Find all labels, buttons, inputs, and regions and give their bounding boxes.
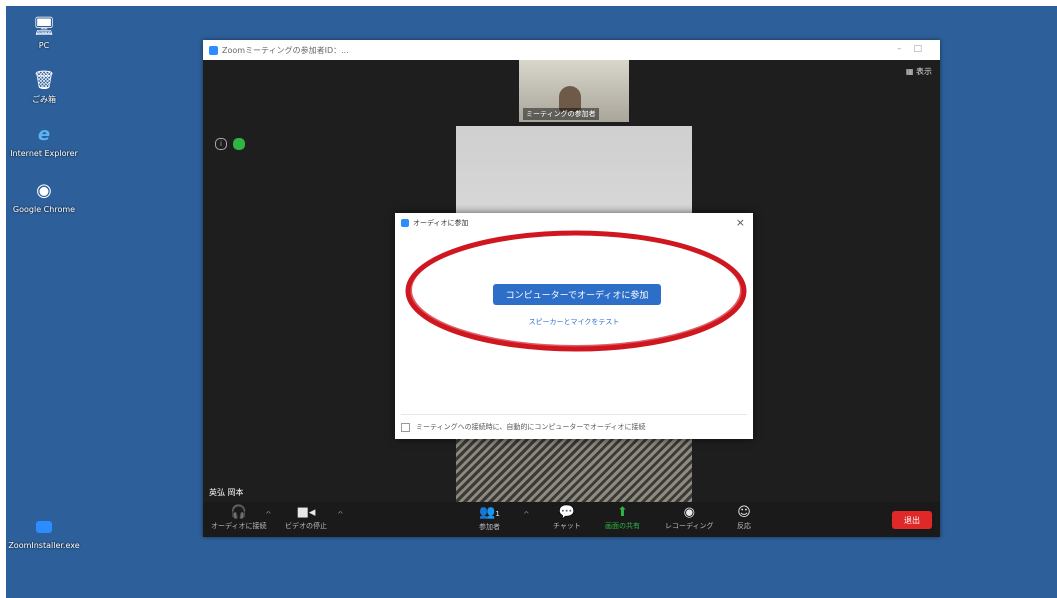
reactions-button[interactable]: ☺ 反応 (737, 505, 751, 531)
join-audio-button[interactable]: 🎧 オーディオに接続 (211, 505, 267, 531)
view-toggle[interactable]: ▦ 表示 (906, 66, 932, 77)
chat-icon: 💬 (558, 505, 576, 520)
leave-meeting-button[interactable]: 退出 (892, 511, 932, 529)
reaction-smiley-icon: ☺ (737, 505, 751, 520)
video-blinds (456, 432, 692, 502)
view-toggle-label: 表示 (916, 67, 932, 76)
desktop-icon-internet-explorer[interactable]: e Internet Explorer (6, 124, 84, 159)
desktop-icon-pc[interactable]: 🖥 PC (6, 16, 84, 51)
zoom-app-icon (401, 219, 409, 227)
video-camera-icon: ■◂ (296, 505, 316, 520)
window-title: Zoomミーティングの参加者ID：... (222, 45, 349, 55)
auto-join-audio-label: ミーティングへの接続時に、自動的にコンピューターでオーディオに接続 (416, 423, 646, 431)
participants-icon: 👥1 (479, 505, 500, 520)
chat-button[interactable]: 💬 チャット (553, 505, 581, 531)
info-icon[interactable]: i (215, 138, 227, 150)
meeting-info-icons: i (215, 138, 245, 150)
share-screen-button[interactable]: ⬆ 画面の共有 (605, 505, 640, 531)
thumbnail-caption: ミーティングの参加者 (523, 108, 599, 120)
participant-thumbnail[interactable]: ミーティングの参加者 (519, 60, 629, 122)
record-icon: ◉ (683, 505, 695, 520)
desktop-icon-zoom[interactable]: ZoomInstaller.exe (6, 516, 84, 551)
video-options-chevron-icon[interactable]: ^ (337, 510, 344, 519)
meeting-toolbar: 🎧 オーディオに接続 ^ ■◂ ビデオの停止 ^ 👥1 参加者 ^ 💬 チャット… (203, 502, 940, 537)
participants-options-chevron-icon[interactable]: ^ (523, 510, 530, 519)
dialog-title: オーディオに参加 (413, 219, 469, 227)
participants-count: 1 (495, 510, 500, 518)
record-button[interactable]: ◉ レコーディング (665, 505, 714, 531)
dialog-title-bar: オーディオに参加 (401, 218, 469, 228)
shield-icon[interactable] (233, 138, 245, 150)
internet-explorer-icon: e (37, 124, 51, 145)
participants-button[interactable]: 👥1 参加者 (479, 505, 500, 532)
window-controls[interactable]: –□ (897, 44, 934, 54)
desktop-icon-recycle-bin[interactable]: 🗑 ごみ箱 (6, 70, 84, 105)
participant-name: 英弘 岡本 (209, 488, 244, 497)
zoom-app-icon (33, 516, 55, 538)
join-audio-dialog: オーディオに参加 × コンピューターでオーディオに参加 スピーカーとマイクをテス… (395, 213, 753, 439)
auto-join-audio-row[interactable]: ミーティングへの接続時に、自動的にコンピューターでオーディオに接続 (401, 414, 747, 439)
pc-icon: 🖥 (32, 16, 56, 37)
join-with-computer-audio-button[interactable]: コンピューターでオーディオに参加 (493, 284, 661, 305)
recycle-bin-icon: 🗑 (32, 70, 56, 91)
dialog-close-icon[interactable]: × (736, 216, 745, 229)
headphones-icon: 🎧 (230, 505, 247, 520)
stop-video-button[interactable]: ■◂ ビデオの停止 (285, 505, 327, 531)
window-titlebar: Zoomミーティングの参加者ID：... –□ (203, 40, 940, 60)
zoom-app-icon (209, 45, 218, 55)
audio-options-chevron-icon[interactable]: ^ (265, 510, 272, 519)
test-speaker-mic-link[interactable]: スピーカーとマイクをテスト (395, 317, 753, 327)
desktop-icon-google-chrome[interactable]: ◉ Google Chrome (6, 180, 84, 215)
share-screen-icon: ⬆ (617, 505, 628, 520)
auto-join-audio-checkbox[interactable] (401, 422, 410, 432)
chrome-icon: ◉ (36, 180, 52, 201)
